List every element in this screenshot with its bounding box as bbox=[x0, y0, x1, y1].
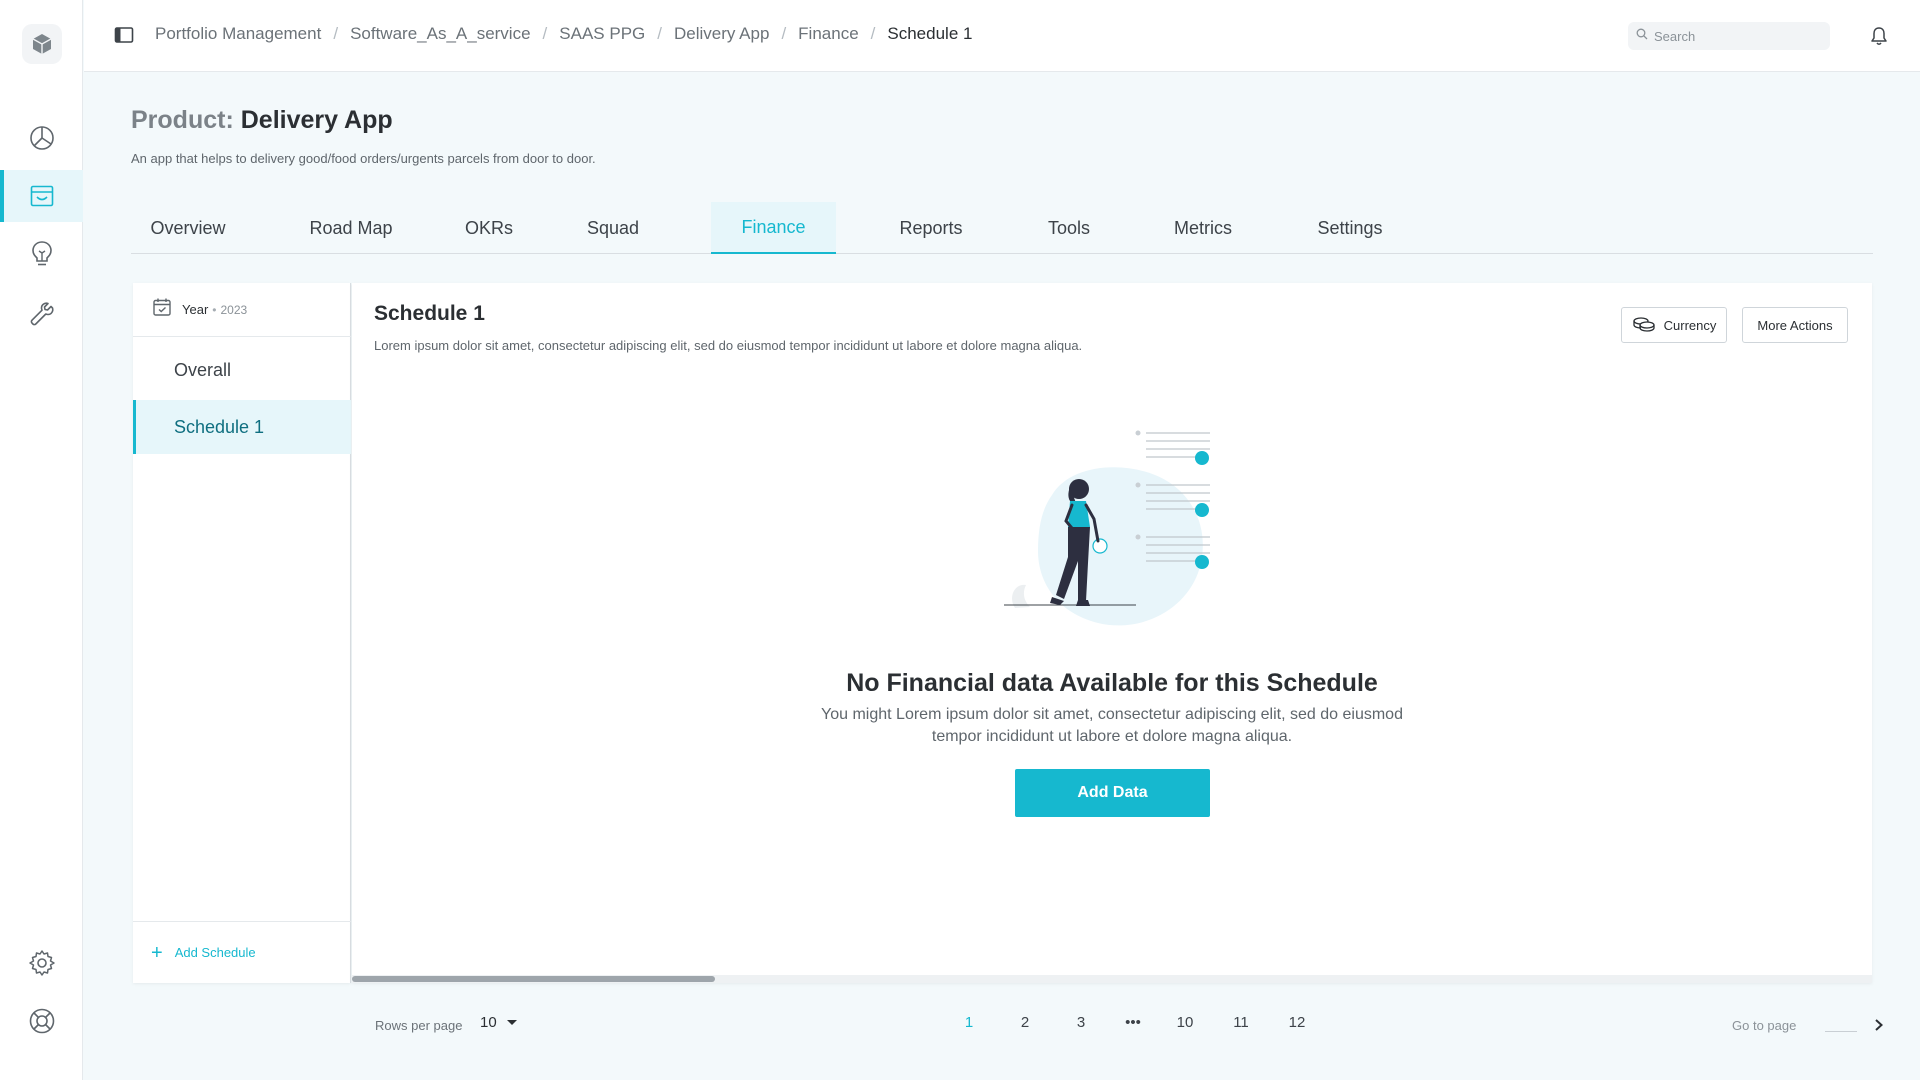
nav-settings[interactable] bbox=[0, 937, 83, 989]
schedule-item-schedule-1[interactable]: Schedule 1 bbox=[133, 400, 351, 454]
currency-button[interactable]: Currency bbox=[1621, 307, 1727, 343]
tab-settings[interactable]: Settings bbox=[1295, 202, 1405, 254]
left-rail bbox=[0, 0, 83, 1080]
gear-icon bbox=[28, 949, 56, 977]
lightbulb-icon bbox=[29, 240, 55, 268]
page-title: Product: Delivery App bbox=[131, 106, 393, 135]
schedule-title: Schedule 1 bbox=[374, 302, 485, 325]
search-box[interactable] bbox=[1628, 22, 1830, 50]
inbox-icon bbox=[29, 183, 55, 209]
page-12[interactable]: 12 bbox=[1282, 1014, 1312, 1031]
cube-icon[interactable] bbox=[22, 24, 62, 64]
horizontal-scrollbar[interactable] bbox=[352, 975, 1872, 983]
rows-per-page-label: Rows per page bbox=[375, 1018, 463, 1033]
breadcrumb-finance[interactable]: Finance bbox=[798, 24, 858, 44]
go-to-page-label: Go to page bbox=[1732, 1018, 1797, 1033]
add-data-button[interactable]: Add Data bbox=[1015, 769, 1210, 817]
year-separator: • bbox=[212, 302, 217, 317]
go-to-page-input[interactable] bbox=[1825, 1016, 1857, 1032]
breadcrumb-separator: / bbox=[657, 24, 662, 43]
page-1[interactable]: 1 bbox=[954, 1014, 984, 1031]
caret-down-icon bbox=[506, 1020, 517, 1025]
schedule-item-overall[interactable]: Overall bbox=[133, 343, 351, 397]
coins-icon bbox=[1632, 316, 1664, 335]
breadcrumb-separator: / bbox=[333, 24, 339, 43]
search-icon bbox=[1636, 27, 1648, 45]
sidebar-toggle-icon[interactable] bbox=[114, 26, 134, 44]
product-description: An app that helps to delivery good/food … bbox=[131, 151, 596, 166]
page-3[interactable]: 3 bbox=[1066, 1014, 1096, 1031]
add-schedule-label: Add Schedule bbox=[174, 945, 256, 960]
schedule-panel: Schedule 1 Lorem ipsum dolor sit amet, c… bbox=[352, 283, 1872, 983]
chevron-right-icon[interactable] bbox=[1872, 1018, 1886, 1032]
product-prefix: Product: bbox=[131, 106, 234, 134]
bell-icon[interactable] bbox=[1870, 26, 1888, 46]
page-11[interactable]: 11 bbox=[1226, 1014, 1256, 1031]
add-schedule-button[interactable]: + Add Schedule bbox=[133, 921, 351, 983]
breadcrumb-separator: / bbox=[542, 24, 548, 43]
empty-state-title: No Financial data Available for this Sch… bbox=[846, 669, 1378, 697]
top-bar: Portfolio Management / Software_As_A_ser… bbox=[84, 0, 1920, 72]
lifebuoy-icon bbox=[28, 1007, 56, 1035]
tab-finance[interactable]: Finance bbox=[711, 202, 836, 254]
rows-per-page-select[interactable]: 10 bbox=[480, 1014, 517, 1031]
nav-dashboard[interactable] bbox=[0, 112, 83, 164]
empty-state-illustration bbox=[980, 423, 1220, 643]
nav-tools[interactable] bbox=[0, 288, 83, 340]
breadcrumb-portfolio-management[interactable]: Portfolio Management bbox=[155, 24, 321, 44]
nav-ideas[interactable] bbox=[0, 228, 83, 280]
breadcrumb-separator: / bbox=[870, 24, 876, 43]
product-name: Delivery App bbox=[240, 106, 393, 134]
tab-overview[interactable]: Overview bbox=[131, 202, 245, 254]
breadcrumb-current: Schedule 1 bbox=[887, 24, 973, 43]
breadcrumb-saas-ppg[interactable]: SAAS PPG bbox=[559, 24, 645, 44]
breadcrumb-software-as-a-service[interactable]: Software_As_A_service bbox=[350, 24, 530, 44]
plus-icon: + bbox=[151, 941, 163, 964]
schedule-sidebar: Year • 2023 Overall Schedule 1 + Add Sch… bbox=[133, 283, 351, 983]
rows-per-page-value: 10 bbox=[480, 1014, 497, 1031]
wrench-icon bbox=[29, 301, 55, 327]
breadcrumb-delivery-app[interactable]: Delivery App bbox=[674, 24, 769, 44]
nav-help[interactable] bbox=[0, 995, 83, 1047]
breadcrumb-separator: / bbox=[781, 24, 787, 43]
year-selector[interactable]: Year • 2023 bbox=[133, 283, 351, 337]
year-label: Year bbox=[182, 302, 209, 317]
nav-products[interactable] bbox=[0, 170, 83, 222]
tab-squad[interactable]: Squad bbox=[567, 202, 659, 254]
search-input[interactable] bbox=[1654, 28, 1824, 44]
empty-state-description: You might Lorem ipsum dolor sit amet, co… bbox=[821, 706, 1403, 745]
page-10[interactable]: 10 bbox=[1170, 1014, 1200, 1031]
tab-metrics[interactable]: Metrics bbox=[1153, 202, 1253, 254]
page-2[interactable]: 2 bbox=[1010, 1014, 1040, 1031]
tab-reports[interactable]: Reports bbox=[879, 202, 983, 254]
breadcrumb: Portfolio Management / Software_As_A_ser… bbox=[155, 24, 972, 44]
tab-okrs[interactable]: OKRs bbox=[449, 202, 529, 254]
product-tabs: Overview Road Map OKRs Squad Finance Rep… bbox=[131, 202, 1873, 254]
tab-tools[interactable]: Tools bbox=[1027, 202, 1111, 254]
year-value: 2023 bbox=[220, 302, 248, 317]
page-ellipsis[interactable]: ••• bbox=[1118, 1014, 1148, 1031]
tab-road-map[interactable]: Road Map bbox=[291, 202, 411, 254]
currency-label: Currency bbox=[1663, 317, 1717, 333]
calendar-icon bbox=[152, 297, 172, 322]
pie-chart-icon bbox=[29, 125, 55, 151]
more-actions-button[interactable]: More Actions bbox=[1742, 307, 1848, 343]
scrollbar-thumb[interactable] bbox=[352, 976, 715, 982]
schedule-description: Lorem ipsum dolor sit amet, consectetur … bbox=[374, 338, 1083, 353]
